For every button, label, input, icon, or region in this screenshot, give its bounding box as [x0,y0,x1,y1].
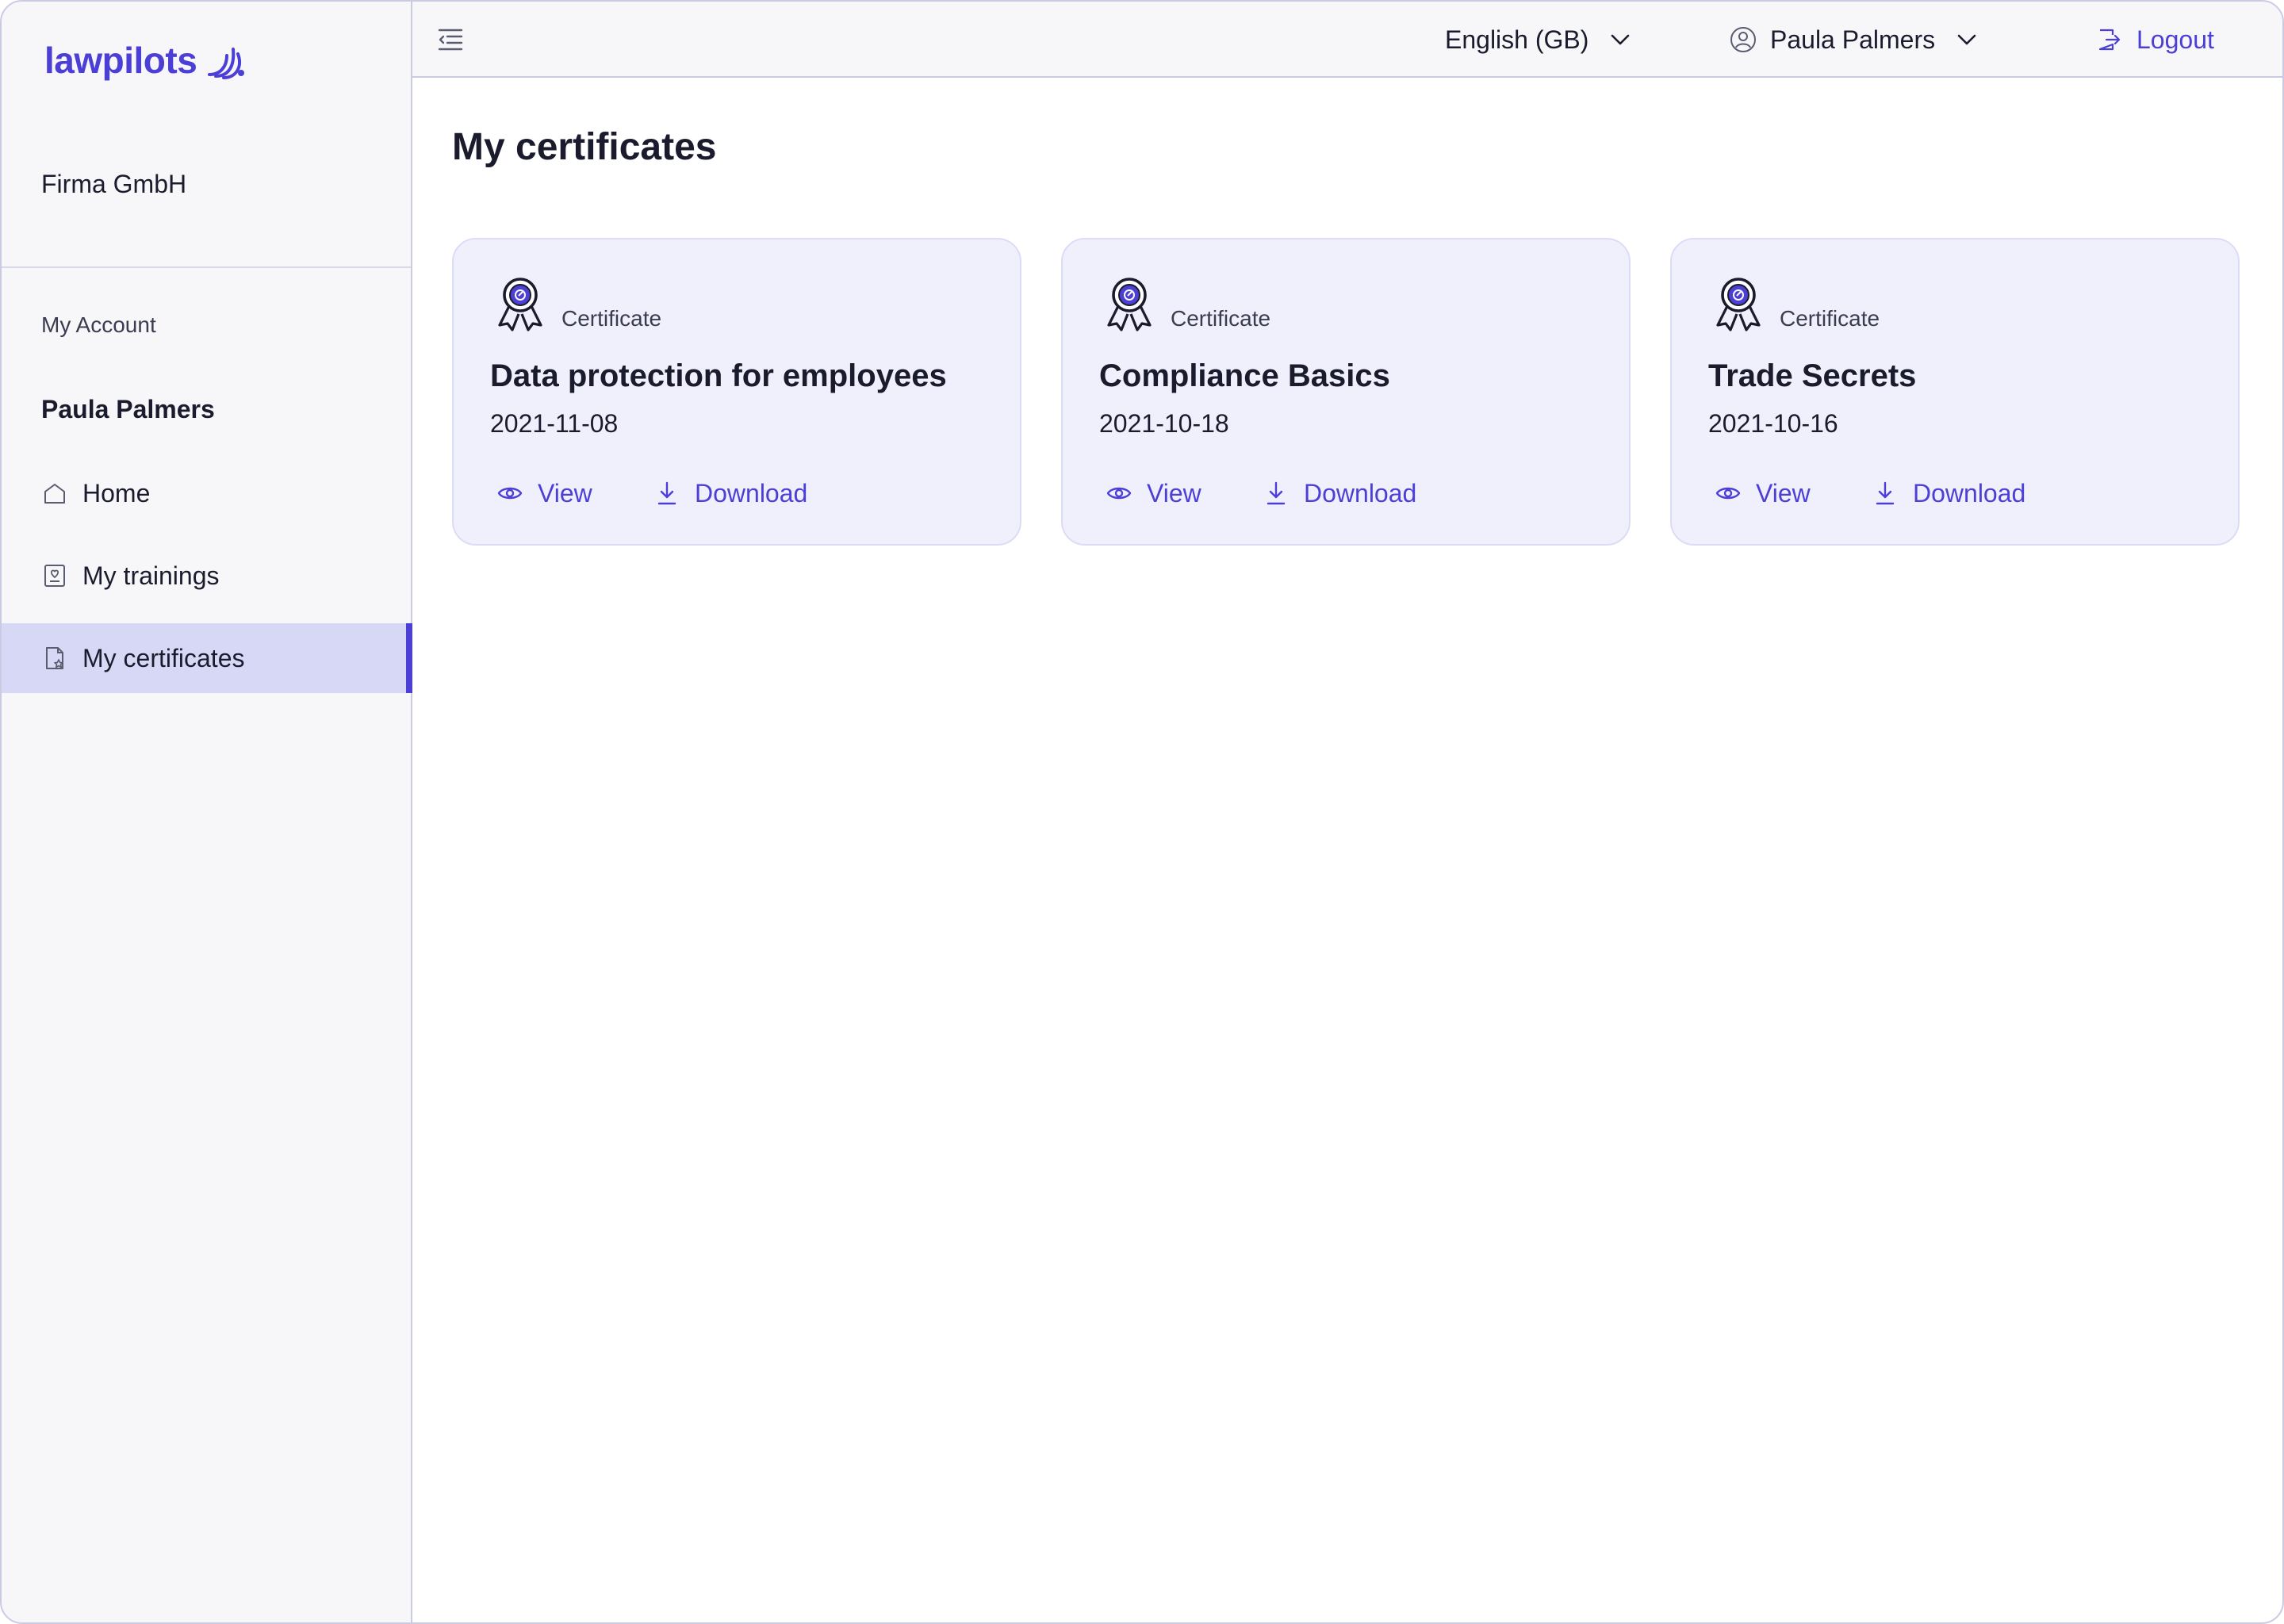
download-label: Download [1304,478,1417,508]
download-label: Download [1913,478,2026,508]
sidebar-item-my-certificates[interactable]: My certificates [2,623,412,693]
view-button[interactable]: View [1715,473,1811,514]
certificate-type-label: Certificate [1780,306,1880,331]
logout-icon [2098,29,2121,51]
page-title: My certificates [452,126,717,168]
download-button[interactable]: Download [653,473,807,514]
certificate-date: 2021-11-08 [490,409,619,438]
download-label: Download [695,478,808,508]
sidebar-user-name: Paula Palmers [41,395,215,423]
brand-logo-text: lawpilots [44,40,197,81]
certificate-type-label: Certificate [1171,306,1271,331]
eye-icon [497,487,523,500]
view-label: View [1756,478,1811,508]
section-label-my-account: My Account [41,312,156,337]
certificate-card: Certificate Data protection for employee… [452,238,1021,546]
chevron-down-icon [1611,34,1630,45]
language-select[interactable]: English (GB) [1445,21,1633,59]
top-bar: English (GB) Paula Palmers Logout [412,2,2282,78]
certificate-date: 2021-10-16 [1708,409,1838,438]
sidebar-divider [2,266,411,268]
certificate-card: Certificate Trade Secrets 2021-10-16 Vie… [1670,238,2240,546]
collapse-sidebar-icon[interactable] [436,25,465,54]
eye-icon [1715,487,1741,500]
home-icon [41,480,68,507]
eye-icon [1106,487,1132,500]
sidebar-item-label: My trainings [82,561,220,590]
chevron-down-icon [1957,34,1976,45]
certificate-date: 2021-10-18 [1099,409,1229,438]
award-ribbon-icon [1107,278,1152,331]
logo-mark-icon [208,48,245,79]
certificate-doc-icon [41,645,68,672]
brand-logo[interactable]: lawpilots [44,36,247,84]
user-menu-name: Paula Palmers [1770,25,1936,54]
certificate-title: Data protection for employees [490,358,947,393]
award-ribbon-icon [498,278,542,331]
view-button[interactable]: View [496,473,592,514]
download-icon [657,481,676,505]
app-window: lawpilots Firma GmbH My Account Paula Pa… [0,0,2284,1624]
organization-name: Firma GmbH [41,170,187,198]
sidebar-item-my-trainings[interactable]: My trainings [2,541,412,611]
certificate-card: Certificate Compliance Basics 2021-10-18… [1061,238,1631,546]
sidebar-item-home[interactable]: Home [2,458,412,528]
certificate-title: Compliance Basics [1099,358,1390,393]
download-icon [1267,481,1286,505]
sidebar-item-label: Home [82,478,151,508]
view-label: View [1147,478,1201,508]
sidebar-item-label: My certificates [82,643,245,672]
download-button[interactable]: Download [1872,473,2025,514]
language-select-value: English (GB) [1445,25,1589,54]
download-icon [1876,481,1895,505]
user-avatar-icon [1730,27,1756,52]
logout-label: Logout [2136,25,2214,54]
logout-button[interactable]: Logout [2097,21,2214,59]
user-menu[interactable]: Paula Palmers [1729,21,1979,59]
sidebar: lawpilots Firma GmbH My Account Paula Pa… [2,2,412,1622]
certificate-type-label: Certificate [561,306,662,331]
view-label: View [538,478,592,508]
download-button[interactable]: Download [1263,473,1416,514]
award-ribbon-icon [1716,278,1761,331]
view-button[interactable]: View [1106,473,1201,514]
certificate-title: Trade Secrets [1708,358,1917,393]
trainings-icon [41,562,68,589]
